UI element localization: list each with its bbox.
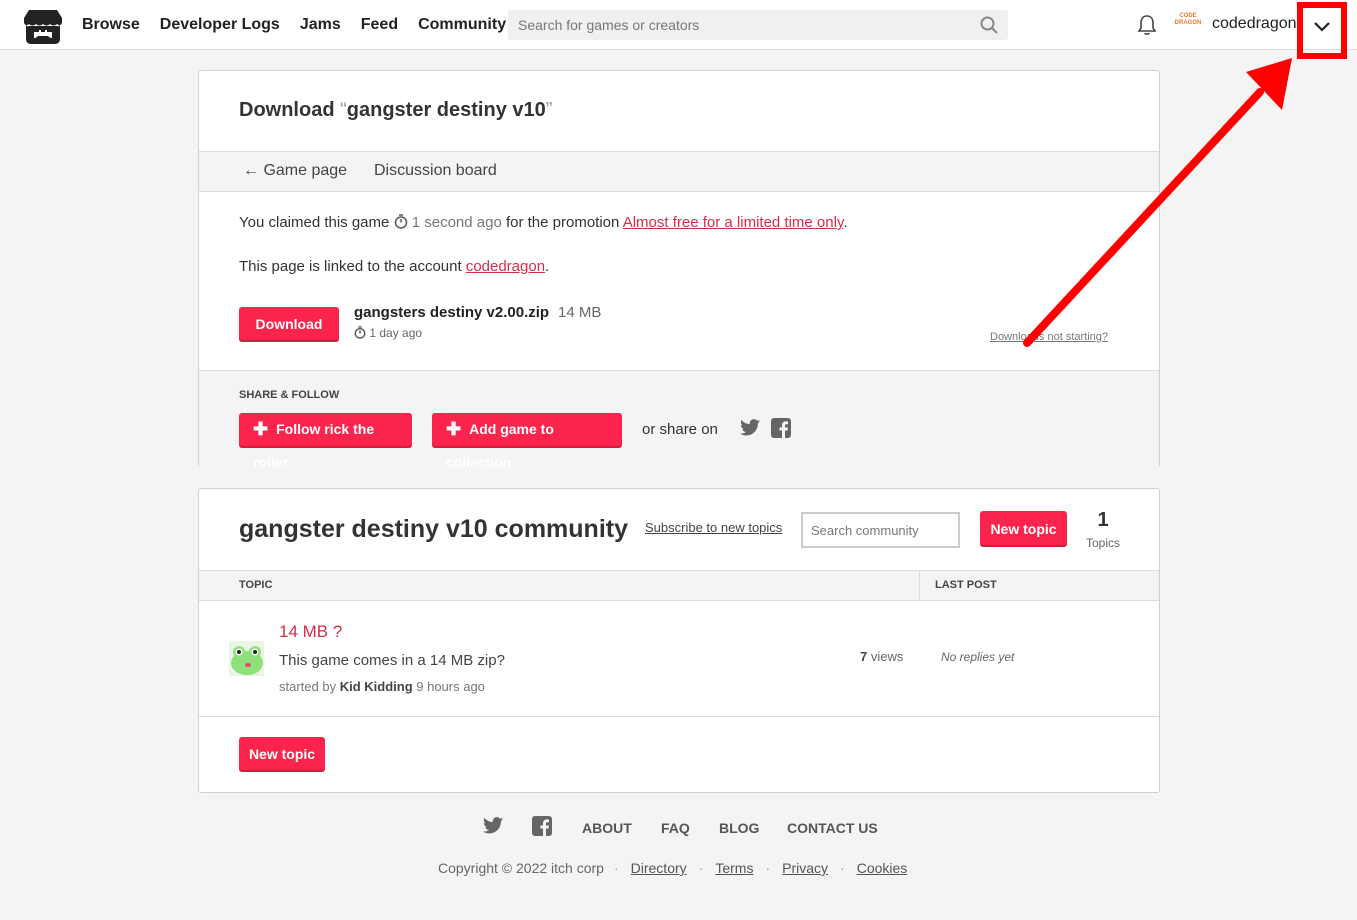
new-topic-bottom-button[interactable]: New topic bbox=[239, 737, 325, 772]
footer-contact-link[interactable]: CONTACT US bbox=[787, 820, 878, 836]
main-nav: Browse Developer Logs Jams Feed Communit… bbox=[82, 0, 526, 50]
download-card: Download “gangster destiny v10” ← Game p… bbox=[198, 70, 1160, 470]
topic-table-header: TOPIC LAST POST bbox=[199, 570, 1159, 601]
itch-logo-icon[interactable] bbox=[23, 8, 63, 44]
nav-community[interactable]: Community bbox=[418, 16, 506, 34]
footer-copyright: Copyright © 2022 itch corp · Directory · Ter… bbox=[438, 860, 908, 876]
new-topic-button[interactable]: New topic bbox=[980, 511, 1067, 547]
download-button[interactable]: Download bbox=[239, 307, 339, 342]
topic-count: 1 bbox=[1097, 509, 1109, 531]
column-header-last-post: LAST POST bbox=[935, 579, 997, 591]
downloads-not-starting-link[interactable]: Downloads not starting? bbox=[990, 331, 1108, 343]
arrow-left-icon: ← bbox=[243, 162, 259, 179]
stopwatch-icon bbox=[394, 214, 407, 229]
stopwatch-icon bbox=[354, 326, 366, 339]
add-to-collection-button[interactable]: ✚ Add game to collection bbox=[432, 413, 622, 470]
footer-terms-link[interactable]: Terms bbox=[715, 860, 753, 876]
follow-button[interactable]: ✚ Follow rick the roller bbox=[239, 413, 412, 470]
share-follow-section: SHARE & FOLLOW ✚ Follow rick the roller ✚… bbox=[199, 370, 1159, 470]
column-divider bbox=[919, 571, 920, 601]
game-subnav: ← Game page Discussion board bbox=[199, 151, 1159, 192]
topic-views: 7 views bbox=[860, 649, 904, 664]
facebook-icon[interactable] bbox=[771, 418, 791, 438]
footer-twitter-icon[interactable] bbox=[483, 817, 503, 834]
footer-faq-link[interactable]: FAQ bbox=[661, 820, 690, 836]
user-avatar[interactable]: CODE DRAGON bbox=[1174, 13, 1202, 35]
row-divider bbox=[199, 716, 1159, 717]
plus-icon: ✚ bbox=[446, 419, 462, 439]
notification-bell-icon[interactable] bbox=[1137, 14, 1157, 36]
scrollbar[interactable] bbox=[1351, 50, 1357, 920]
community-search-input[interactable] bbox=[801, 512, 960, 548]
user-dropdown-button[interactable] bbox=[1297, 2, 1347, 59]
game-page-link[interactable]: ← Game page bbox=[243, 162, 347, 180]
topic-meta: started by Kid Kidding 9 hours ago bbox=[279, 679, 485, 694]
topic-count-label: Topics bbox=[1085, 536, 1120, 550]
nav-feed[interactable]: Feed bbox=[361, 16, 398, 34]
footer-directory-link[interactable]: Directory bbox=[631, 860, 687, 876]
community-card: gangster destiny v10 community Subscribe… bbox=[198, 488, 1160, 793]
username[interactable]: codedragon bbox=[1212, 15, 1297, 33]
column-header-topic: TOPIC bbox=[239, 579, 273, 591]
promotion-link[interactable]: Almost free for a limited time only bbox=[623, 214, 844, 231]
account-link[interactable]: codedragon bbox=[466, 258, 545, 275]
twitter-icon[interactable] bbox=[740, 419, 760, 436]
topic-title-link[interactable]: 14 MB ? bbox=[279, 622, 342, 642]
top-header: Browse Developer Logs Jams Feed Communit… bbox=[0, 0, 1357, 59]
footer-privacy-link[interactable]: Privacy bbox=[782, 860, 828, 876]
linked-account-message: This page is linked to the account coded… bbox=[239, 258, 550, 275]
topic-author-link[interactable]: Kid Kidding bbox=[340, 679, 413, 694]
share-on-label: or share on bbox=[642, 421, 718, 438]
topic-snippet: This game comes in a 14 MB zip? bbox=[279, 652, 505, 669]
plus-icon: ✚ bbox=[253, 419, 269, 439]
chevron-down-icon bbox=[1314, 22, 1330, 32]
nav-developer-logs[interactable]: Developer Logs bbox=[160, 16, 280, 34]
frog-avatar-icon[interactable] bbox=[229, 641, 264, 676]
file-upload-time: 1 day ago bbox=[354, 326, 422, 340]
header-search bbox=[508, 10, 1008, 40]
footer-blog-link[interactable]: BLOG bbox=[719, 820, 759, 836]
subscribe-link[interactable]: Subscribe to new topics bbox=[645, 520, 782, 535]
nav-jams[interactable]: Jams bbox=[300, 16, 341, 34]
search-icon[interactable] bbox=[980, 16, 998, 34]
topic-last-post: No replies yet bbox=[941, 650, 1015, 664]
footer-facebook-icon[interactable] bbox=[532, 816, 552, 836]
share-follow-label: SHARE & FOLLOW bbox=[239, 389, 340, 401]
discussion-board-link[interactable]: Discussion board bbox=[374, 162, 497, 180]
claim-message: You claimed this game 1 second ago for t… bbox=[239, 214, 848, 231]
file-name: gangsters destiny v2.00.zip bbox=[354, 304, 550, 321]
nav-browse[interactable]: Browse bbox=[82, 16, 140, 34]
page-title: Download “gangster destiny v10” bbox=[239, 99, 553, 121]
file-size: 14 MB bbox=[558, 304, 602, 321]
search-input[interactable] bbox=[508, 10, 978, 40]
community-title: gangster destiny v10 community bbox=[239, 515, 629, 543]
footer-about-link[interactable]: ABOUT bbox=[582, 820, 632, 836]
footer-cookies-link[interactable]: Cookies bbox=[857, 860, 908, 876]
